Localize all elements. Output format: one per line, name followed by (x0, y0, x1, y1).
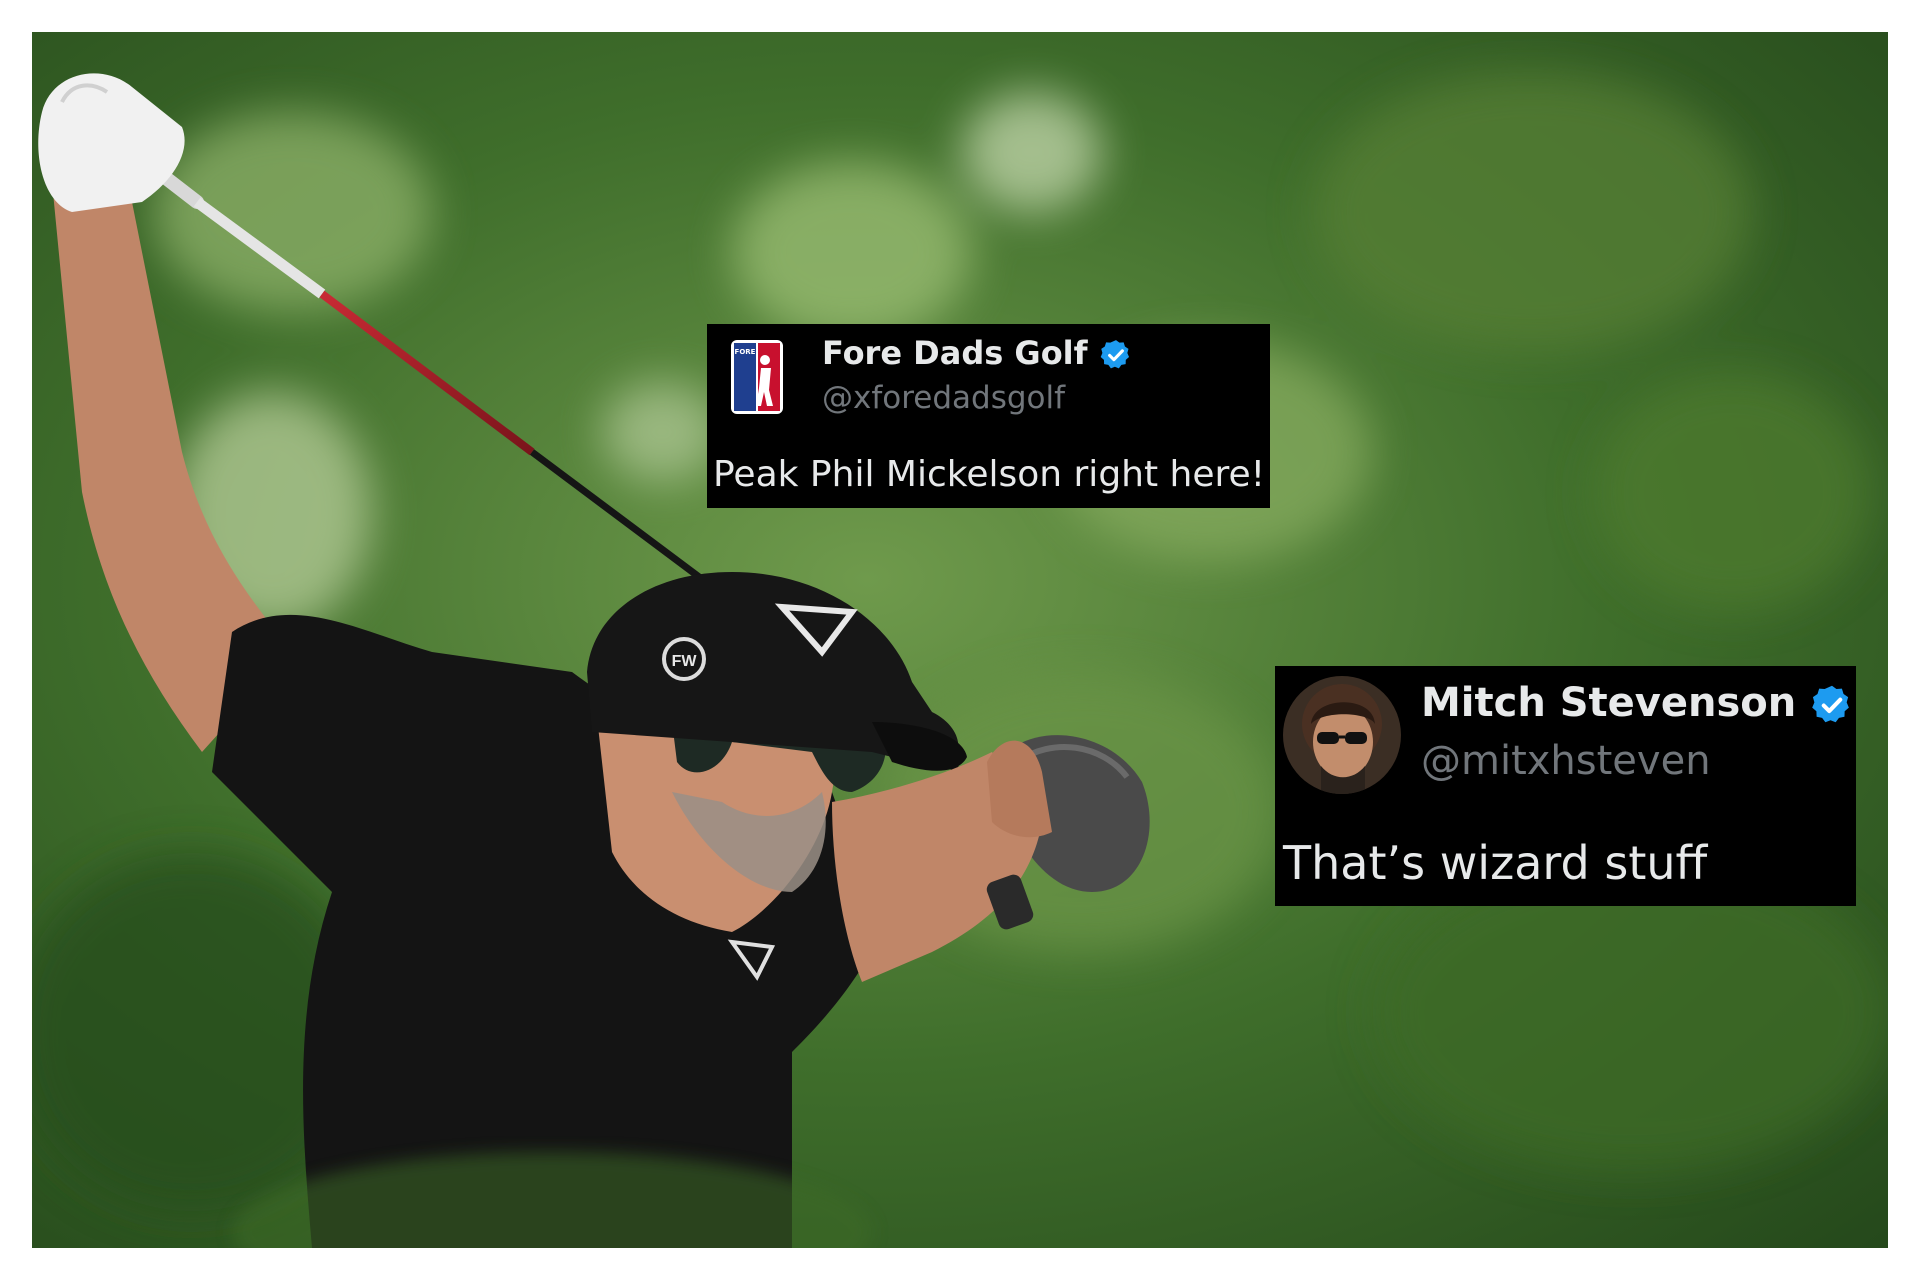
tweet-text: That’s wizard stuff (1283, 836, 1708, 890)
foredads-logo-avatar[interactable]: FORE (731, 340, 783, 414)
tweet-author-name[interactable]: Mitch Stevenson (1421, 680, 1854, 727)
tweet-author-handle[interactable]: @mitxhsteven (1421, 738, 1711, 784)
tweet-author-handle[interactable]: @xforedadsgolf (822, 380, 1065, 416)
tweet-card-mitch: Mitch Stevenson @mitxhsteven That’s wiza… (1275, 666, 1856, 906)
svg-text:FORE: FORE (735, 348, 756, 356)
golfer-photo: FW (32, 32, 1888, 1248)
verified-badge-icon (1100, 340, 1129, 369)
tweet-author-name[interactable]: Fore Dads Golf (822, 334, 1133, 372)
author-name-label: Fore Dads Golf (822, 334, 1088, 372)
author-name-label: Mitch Stevenson (1421, 680, 1797, 726)
verified-badge-icon (1812, 685, 1850, 723)
tweet-card-foredads: FORE Fore Dads Golf @xforedadsgolf Peak … (707, 324, 1270, 508)
mitch-avatar[interactable] (1283, 676, 1401, 794)
cap-logo-text: FW (672, 653, 698, 670)
tweet-text: Peak Phil Mickelson right here! (713, 454, 1266, 495)
